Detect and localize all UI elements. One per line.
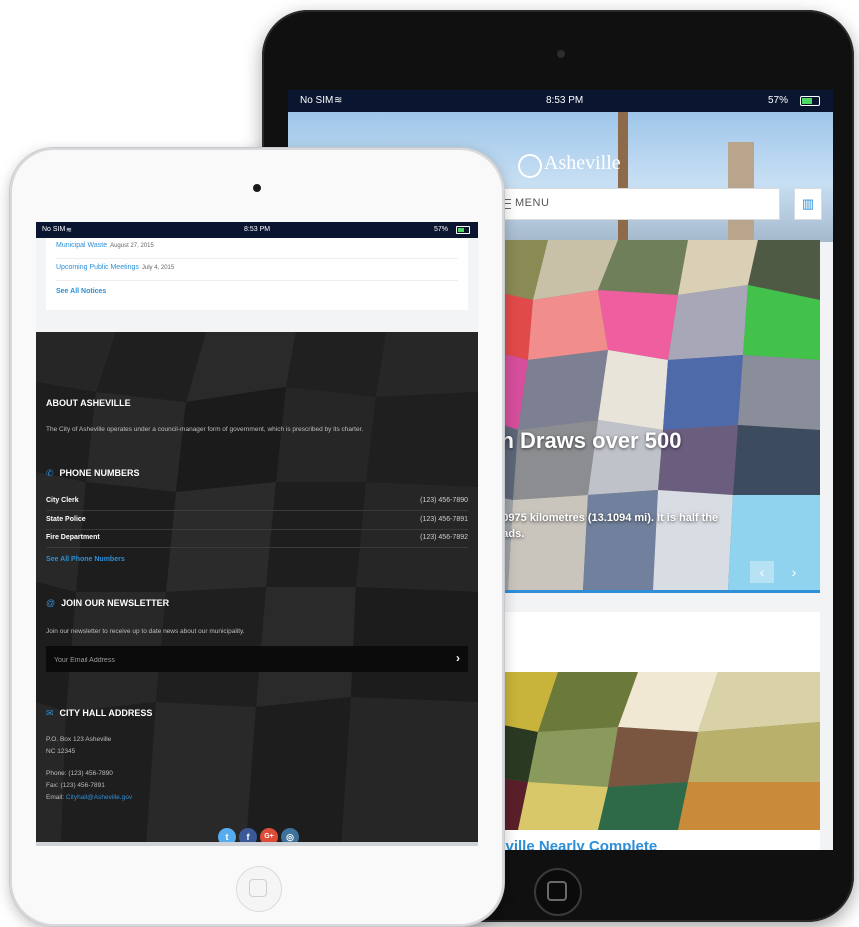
slider-progress-bar	[488, 590, 820, 593]
newsletter-heading-label: JOIN OUR NEWSLETTER	[61, 598, 170, 608]
notice-item[interactable]: Upcoming Public Meetings July 4, 2015	[56, 264, 174, 271]
contact-fax: Fax: (123) 456-7891	[46, 782, 105, 789]
phone-row: Fire Department (123) 456-7892	[46, 531, 468, 548]
notice-title[interactable]: Municipal Waste	[56, 242, 107, 249]
envelope-icon: ✉	[46, 708, 54, 718]
wifi-icon: ≋	[66, 227, 72, 234]
notices-card: Municipal Waste August 27, 2015 Upcoming …	[46, 238, 468, 310]
status-bar: No SIM ≋ 8:53 PM 57%	[288, 90, 833, 112]
about-heading: ABOUT ASHEVILLE	[46, 398, 131, 408]
about-text: The City of Asheville operates under a c…	[46, 426, 364, 433]
wifi-icon: ≋	[334, 95, 343, 106]
slider-prev-button[interactable]: ‹	[750, 561, 774, 583]
phone-row-name: State Police	[46, 516, 86, 523]
notice-title[interactable]: Upcoming Public Meetings	[56, 264, 139, 271]
address-block: P.O. Box 123 Asheville NC 12345	[46, 734, 111, 758]
map-icon: ▥	[801, 196, 815, 211]
email-input[interactable]	[46, 646, 446, 674]
divider	[56, 280, 458, 281]
footer-bottom-strip	[36, 842, 478, 846]
status-time: 8:53 PM	[244, 226, 271, 233]
news-card-title[interactable]: heville Nearly Complete	[488, 838, 657, 850]
hero-slider[interactable]: athon Draws over 500 ent of 21.0975 kilo…	[488, 240, 820, 590]
notice-date: August 27, 2015	[110, 243, 154, 249]
site-footer: ABOUT ASHEVILLE The City of Asheville op…	[36, 332, 478, 846]
battery-percent: 57%	[768, 95, 789, 106]
battery-icon	[456, 226, 470, 234]
carrier-label: No SIM	[300, 95, 334, 106]
contact-block: Phone: (123) 456-7890 Fax: (123) 456-789…	[46, 768, 132, 804]
phone-row-name: Fire Department	[46, 534, 100, 541]
status-bar: No SIM ≋ 8:53 PM 57%	[36, 222, 478, 238]
contact-phone: Phone: (123) 456-7890	[46, 770, 113, 777]
contact-email-label: Email:	[46, 794, 65, 801]
menu-label: MENU	[515, 197, 550, 209]
divider	[56, 258, 458, 259]
camera-icon	[253, 184, 261, 192]
status-time: 8:53 PM	[546, 95, 584, 106]
map-button[interactable]: ▥	[794, 188, 822, 220]
notice-date: July 4, 2015	[141, 265, 175, 271]
battery-icon	[800, 96, 820, 106]
phone-row-number[interactable]: (123) 456-7891	[420, 516, 468, 523]
phone-heading-label: PHONE NUMBERS	[59, 468, 140, 478]
carrier-label: No SIM	[42, 226, 66, 233]
see-all-notices-link[interactable]: See All Notices	[56, 288, 106, 295]
site-logo[interactable]: Asheville	[544, 152, 621, 175]
phone-row-number[interactable]: (123) 456-7892	[420, 534, 468, 541]
news-card-image	[488, 672, 820, 830]
news-card[interactable]: heville Nearly Complete	[488, 612, 820, 850]
front-ipad: No SIM ≋ 8:53 PM 57% Municipal Waste Augu…	[10, 148, 504, 926]
contact-email-link[interactable]: Cityhall@Asheville.gov	[66, 794, 132, 801]
phone-row: State Police (123) 456-7891	[46, 513, 468, 530]
address-heading: ✉ CITY HALL ADDRESS	[46, 708, 152, 719]
front-ipad-screen: No SIM ≋ 8:53 PM 57% Municipal Waste Augu…	[36, 222, 478, 846]
see-all-phone-numbers-link[interactable]: See All Phone Numbers	[46, 556, 125, 563]
notices-section: Municipal Waste August 27, 2015 Upcoming …	[36, 238, 478, 332]
home-square-icon	[547, 881, 567, 901]
phone-heading: ✆ PHONE NUMBERS	[46, 468, 140, 479]
at-sign-icon: @	[46, 598, 56, 608]
address-line-1: P.O. Box 123 Asheville	[46, 736, 112, 743]
address-heading-label: CITY HALL ADDRESS	[59, 708, 153, 718]
newsletter-submit-button[interactable]: ›	[456, 651, 460, 665]
phone-row: City Clerk (123) 456-7890	[46, 494, 468, 511]
phone-row-number[interactable]: (123) 456-7890	[420, 497, 468, 504]
notice-item[interactable]: Municipal Waste August 27, 2015	[56, 242, 154, 249]
slider-next-button[interactable]: ›	[782, 561, 806, 583]
home-square-icon	[249, 879, 267, 897]
camera-icon	[557, 50, 565, 58]
newsletter-text: Join our newsletter to receive up to dat…	[46, 628, 245, 635]
phone-row-name: City Clerk	[46, 497, 79, 504]
slide-subtitle-line-1: ent of 21.0975 kilometres (13.1094 mi). …	[488, 512, 719, 524]
battery-percent: 57%	[434, 226, 449, 233]
menu-button[interactable]: MENU	[488, 188, 780, 220]
address-line-2: NC 12345	[46, 748, 76, 755]
newsletter-form: ›	[46, 646, 468, 674]
newsletter-heading: @ JOIN OUR NEWSLETTER	[46, 598, 169, 608]
slide-subtitle: ent of 21.0975 kilometres (13.1094 mi). …	[488, 510, 718, 542]
asheville-logo-icon	[518, 154, 542, 178]
slide-title: athon Draws over 500	[488, 428, 682, 453]
phone-icon: ✆	[46, 468, 54, 478]
